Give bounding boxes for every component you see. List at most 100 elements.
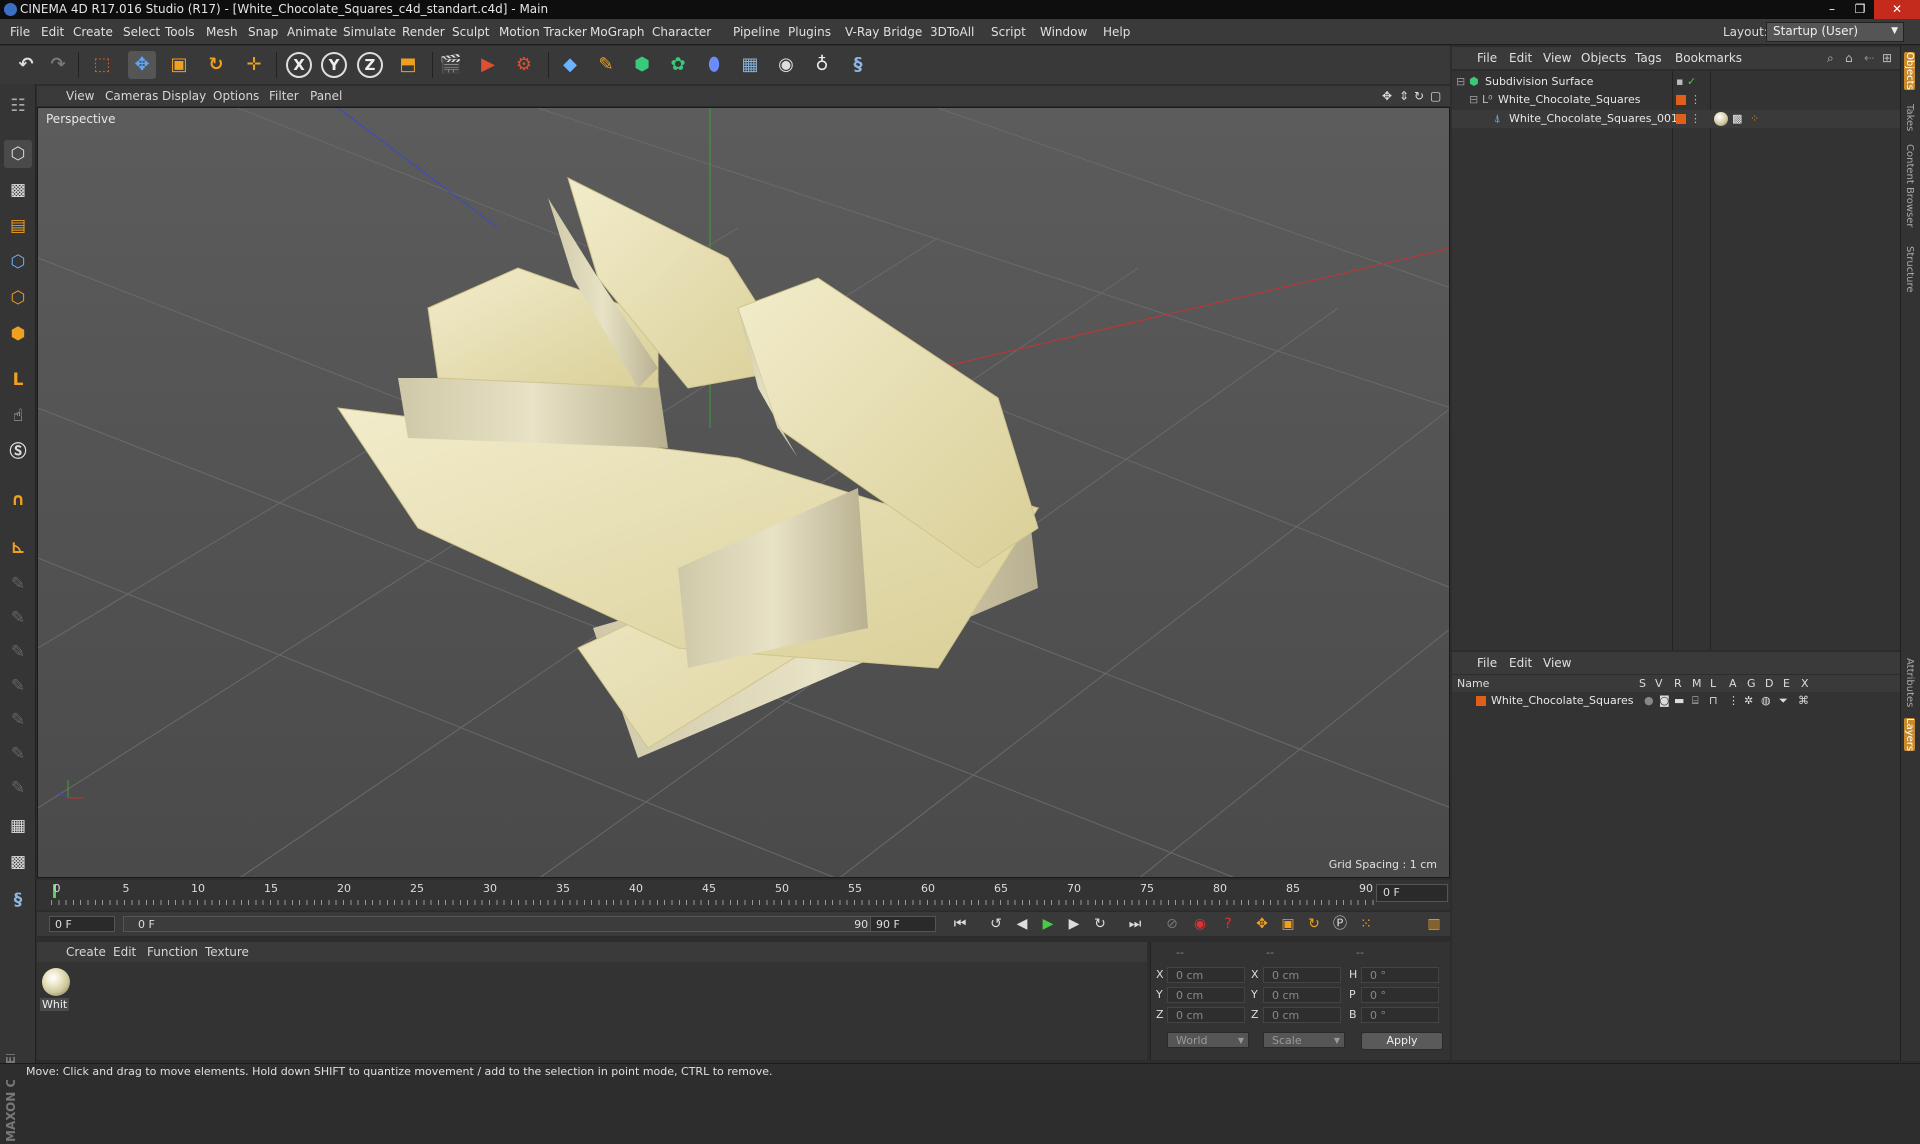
- phong-tag-icon[interactable]: ⁘: [1750, 112, 1759, 125]
- layer-menu-edit[interactable]: Edit: [1509, 656, 1532, 670]
- brush-tool-6-button[interactable]: ✎: [4, 740, 32, 768]
- deformers-toggle-icon[interactable]: ◍: [1761, 694, 1771, 707]
- lock-toggle-icon[interactable]: ⊓: [1709, 694, 1718, 707]
- go-to-start-button[interactable]: ⏮: [949, 914, 971, 934]
- size-x-field[interactable]: 0 cm: [1263, 967, 1341, 983]
- make-editable-button[interactable]: ☷: [4, 92, 32, 120]
- add-camera-button[interactable]: ◉: [772, 51, 800, 79]
- points-mode-button[interactable]: ⬡: [4, 248, 32, 276]
- current-frame-field[interactable]: 0 F: [1376, 884, 1448, 902]
- home-icon[interactable]: ⌂: [1845, 51, 1853, 65]
- model-mode-button[interactable]: ⬡: [4, 140, 32, 168]
- menu-mograph[interactable]: MoGraph: [590, 25, 645, 39]
- rot-b-field[interactable]: 0 °: [1361, 1007, 1439, 1023]
- viewport-menu-display[interactable]: Display: [162, 89, 206, 103]
- timeline-ruler[interactable]: 0 5 10 15 20 25 30 35 40 45 50 55 60 65 …: [37, 880, 1450, 910]
- menu-create[interactable]: Create: [73, 25, 113, 39]
- coordinate-system-button[interactable]: ⬒: [394, 51, 422, 79]
- render-view-button[interactable]: 🎬: [437, 51, 465, 79]
- brush-tool-7-button[interactable]: ✎: [4, 774, 32, 802]
- texture-mode-button[interactable]: ▩: [4, 176, 32, 204]
- key-scale-button[interactable]: ▣: [1277, 914, 1299, 934]
- pos-y-field[interactable]: 0 cm: [1167, 987, 1245, 1003]
- viewport-maximize-icon[interactable]: ▢: [1430, 89, 1441, 103]
- pos-x-field[interactable]: 0 cm: [1167, 967, 1245, 983]
- visibility-dots-icon[interactable]: ⋮: [1690, 112, 1701, 125]
- key-position-button[interactable]: ✥: [1251, 914, 1273, 934]
- generators-toggle-icon[interactable]: ✲: [1744, 694, 1753, 707]
- y-axis-lock-button[interactable]: Y: [320, 51, 348, 79]
- tab-content-browser[interactable]: Content Browser: [1904, 144, 1915, 227]
- solo-toggle-icon[interactable]: ●: [1644, 694, 1654, 707]
- timeline-window-button[interactable]: ▥: [1423, 914, 1445, 934]
- next-frame-button[interactable]: ▶: [1063, 914, 1085, 934]
- size-z-field[interactable]: 0 cm: [1263, 1007, 1341, 1023]
- edges-mode-button[interactable]: ⬡: [4, 284, 32, 312]
- brush-tool-5-button[interactable]: ✎: [4, 706, 32, 734]
- close-button[interactable]: ✕: [1874, 0, 1920, 19]
- play-button[interactable]: ▶: [1037, 914, 1059, 934]
- menu-script[interactable]: Script: [991, 25, 1026, 39]
- object-menu-edit[interactable]: Edit: [1509, 51, 1532, 65]
- start-frame-field[interactable]: 0 F: [49, 916, 115, 932]
- go-to-end-button[interactable]: ⏭: [1124, 914, 1146, 934]
- menu-vray-bridge[interactable]: V-Ray Bridge: [845, 25, 922, 39]
- magnet-button[interactable]: ∩: [4, 486, 32, 514]
- object-menu-objects[interactable]: Objects: [1581, 51, 1626, 65]
- collapse-icon[interactable]: ⊟: [1469, 93, 1478, 106]
- visibility-dots-icon[interactable]: ⋮: [1690, 93, 1701, 106]
- add-spline-button[interactable]: ✎: [592, 51, 620, 79]
- python-button[interactable]: §: [844, 51, 872, 79]
- object-menu-bookmarks[interactable]: Bookmarks: [1675, 51, 1742, 65]
- new-panel-icon[interactable]: ⊞: [1882, 51, 1892, 65]
- add-cube-button[interactable]: ◆: [556, 51, 584, 79]
- viewport-menu-cameras[interactable]: Cameras: [105, 89, 158, 103]
- tab-objects[interactable]: Objects: [1904, 52, 1915, 90]
- material-item[interactable]: Whit: [37, 962, 77, 1018]
- viewport-move-icon[interactable]: ✥: [1382, 89, 1392, 103]
- polygons-mode-button[interactable]: ⬢: [4, 320, 32, 348]
- layer-menu-file[interactable]: File: [1477, 656, 1497, 670]
- rotate-tool-button[interactable]: ↻: [202, 51, 230, 79]
- apply-button[interactable]: Apply: [1361, 1032, 1443, 1050]
- pos-z-field[interactable]: 0 cm: [1167, 1007, 1245, 1023]
- tab-attributes[interactable]: Attributes: [1904, 658, 1915, 707]
- checker-lock-button[interactable]: ▦: [4, 812, 32, 840]
- menu-simulate[interactable]: Simulate: [343, 25, 396, 39]
- viewport-rotate-icon[interactable]: ↻: [1414, 89, 1424, 103]
- minimize-button[interactable]: –: [1818, 0, 1846, 19]
- layer-menu-view[interactable]: View: [1543, 656, 1571, 670]
- material-tag-icon[interactable]: [1714, 112, 1728, 126]
- tab-takes[interactable]: Takes: [1904, 104, 1915, 131]
- viewport-menu-view[interactable]: View: [66, 89, 94, 103]
- xref-toggle-icon[interactable]: ⌘: [1798, 694, 1809, 707]
- render-settings-button[interactable]: ⚙: [510, 51, 538, 79]
- object-row[interactable]: ⍋ White_Chocolate_Squares_001 ⋮ ▩ ⁘: [1452, 110, 1900, 128]
- layer-color-swatch[interactable]: [1676, 114, 1686, 124]
- size-mode-select[interactable]: Scale ▼: [1263, 1032, 1345, 1048]
- key-parameter-button[interactable]: Ⓟ: [1329, 914, 1351, 934]
- object-menu-tags[interactable]: Tags: [1635, 51, 1662, 65]
- viewport-menu-filter[interactable]: Filter: [269, 89, 299, 103]
- add-deformer-button[interactable]: ⬮: [700, 51, 728, 79]
- menu-character[interactable]: Character: [652, 25, 711, 39]
- viewport-zoom-icon[interactable]: ⇕: [1399, 89, 1409, 103]
- enable-axis-button[interactable]: L: [4, 366, 32, 394]
- layer-row[interactable]: White_Chocolate_Squares ● ◙ ▬ ⌸ ⊓ ⋮ ✲ ◍ …: [1452, 692, 1900, 710]
- x-axis-lock-button[interactable]: X: [285, 51, 313, 79]
- menu-snap[interactable]: Snap: [248, 25, 278, 39]
- layout-select[interactable]: Startup (User) ▼: [1766, 22, 1904, 42]
- object-row[interactable]: ⊟ L⁰ White_Chocolate_Squares ⋮: [1452, 91, 1900, 109]
- brush-tool-2-button[interactable]: ✎: [4, 604, 32, 632]
- undo-button[interactable]: ↶: [12, 51, 40, 79]
- add-subdivision-button[interactable]: ⬢: [628, 51, 656, 79]
- menu-render[interactable]: Render: [402, 25, 445, 39]
- next-key-button[interactable]: ↻: [1089, 914, 1111, 934]
- object-menu-view[interactable]: View: [1543, 51, 1571, 65]
- brush-tool-3-button[interactable]: ✎: [4, 638, 32, 666]
- menu-plugins[interactable]: Plugins: [788, 25, 831, 39]
- grid-rotate-button[interactable]: ▩: [4, 848, 32, 876]
- tab-structure[interactable]: Structure: [1904, 246, 1915, 293]
- axis-tool-button[interactable]: ⊾: [4, 534, 32, 562]
- coordinate-mode-select[interactable]: World ▼: [1167, 1032, 1249, 1048]
